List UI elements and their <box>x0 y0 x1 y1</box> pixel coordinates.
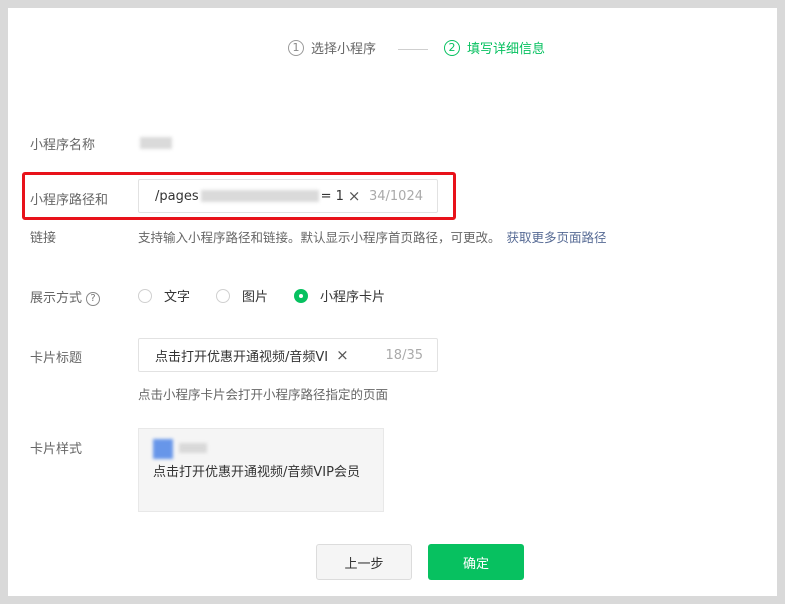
step-label: 选择小程序 <box>311 42 377 57</box>
radio-label: 文字 <box>164 290 191 305</box>
miniprogram-avatar-icon <box>153 439 173 459</box>
confirm-button[interactable]: 确定 <box>428 544 524 580</box>
radio-miniprogram-card[interactable]: 小程序卡片 <box>294 286 385 305</box>
step-fill-details: 2 填写详细信息 <box>444 38 545 57</box>
step-divider <box>398 49 428 50</box>
card-title-label: 卡片标题 <box>30 351 83 366</box>
more-paths-link[interactable]: 获取更多页面路径 <box>507 230 607 245</box>
radio-circle-icon[interactable] <box>216 288 231 303</box>
display-radio-group: 文字 图片 小程序卡片 <box>138 286 411 305</box>
dialog: 1 选择小程序 2 填写详细信息 小程序名称 小程序路径和 链接 /pages … <box>8 8 777 596</box>
card-preview: 点击打开优惠开通视频/音频VIP会员 <box>138 428 384 512</box>
step-number: 1 <box>288 39 304 56</box>
help-icon[interactable]: ? <box>86 291 101 306</box>
display-label-text: 展示方式 <box>30 291 83 306</box>
name-value-blurred <box>140 137 172 149</box>
card-style-label: 卡片样式 <box>30 442 83 457</box>
card-title-hint: 点击小程序卡片会打开小程序路径指定的页面 <box>138 387 389 402</box>
card-title-input[interactable]: 点击打开优惠开通视频/音频VI × 18/35 <box>138 338 438 372</box>
step-indicator: 1 选择小程序 2 填写详细信息 <box>8 38 777 62</box>
card-preview-title: 点击打开优惠开通视频/音频VIP会员 <box>153 465 360 480</box>
step-select-miniprogram: 1 选择小程序 <box>288 38 376 57</box>
step-label: 填写详细信息 <box>467 42 546 57</box>
step-number: 2 <box>444 39 460 56</box>
prev-step-button[interactable]: 上一步 <box>316 544 412 580</box>
miniprogram-name-blurred <box>179 443 207 453</box>
radio-text[interactable]: 文字 <box>138 286 190 305</box>
radio-label: 图片 <box>242 290 269 305</box>
clear-icon[interactable]: × <box>336 346 349 364</box>
radio-circle-icon[interactable] <box>138 288 152 303</box>
card-title-input-value: 点击打开优惠开通视频/音频VI <box>155 349 329 365</box>
card-title-char-count: 18/35 <box>385 347 423 363</box>
radio-label: 小程序卡片 <box>320 290 386 305</box>
radio-checked-icon[interactable] <box>294 288 309 303</box>
display-label: 展示方式? <box>30 287 101 306</box>
path-hint-text: 支持输入小程序路径和链接。默认显示小程序首页路径，可更改。 <box>138 230 501 245</box>
radio-image[interactable]: 图片 <box>216 286 268 305</box>
name-label: 小程序名称 <box>30 138 96 153</box>
highlight-box <box>22 172 456 220</box>
path-label-line2: 链接 <box>30 231 57 246</box>
path-hint: 支持输入小程序路径和链接。默认显示小程序首页路径，可更改。 获取更多页面路径 <box>138 227 607 246</box>
